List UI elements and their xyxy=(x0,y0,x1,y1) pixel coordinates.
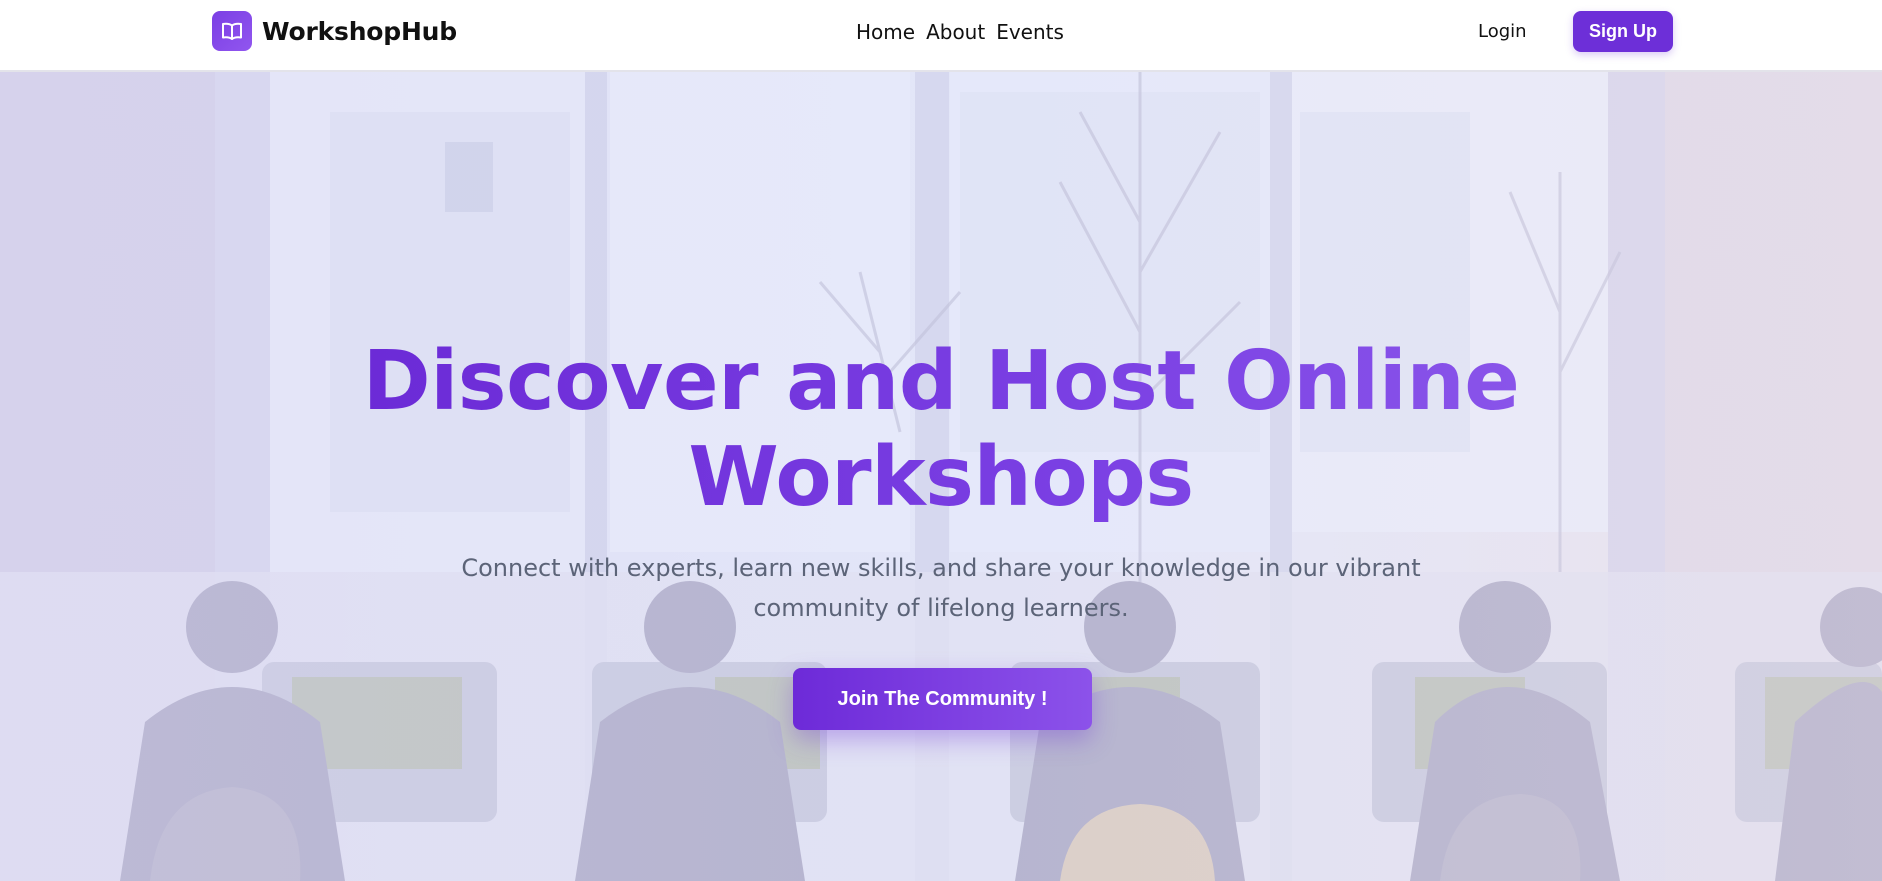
hero-title-line-1: Discover and Host Online xyxy=(362,334,1520,429)
main-nav: Home About Events xyxy=(856,18,1064,46)
brand[interactable]: WorkshopHub xyxy=(212,11,457,51)
hero-subtitle: Connect with experts, learn new skills, … xyxy=(461,554,1421,622)
nav-link-home[interactable]: Home xyxy=(856,18,915,46)
nav-link-events[interactable]: Events xyxy=(996,18,1064,46)
hero-title-line-2: Workshops xyxy=(688,430,1194,525)
join-community-button[interactable]: Join The Community ! xyxy=(793,668,1092,730)
brand-name: WorkshopHub xyxy=(262,16,457,46)
login-button[interactable]: Login xyxy=(1478,18,1527,46)
hero-title: Discover and Host Online Workshops xyxy=(341,334,1541,526)
hero-section: Discover and Host Online Workshops Conne… xyxy=(0,72,1882,881)
top-navbar: WorkshopHub Home About Events Login Sign… xyxy=(0,0,1882,72)
signup-button[interactable]: Sign Up xyxy=(1573,11,1673,52)
open-book-icon xyxy=(212,11,252,51)
nav-link-about[interactable]: About xyxy=(926,18,985,46)
